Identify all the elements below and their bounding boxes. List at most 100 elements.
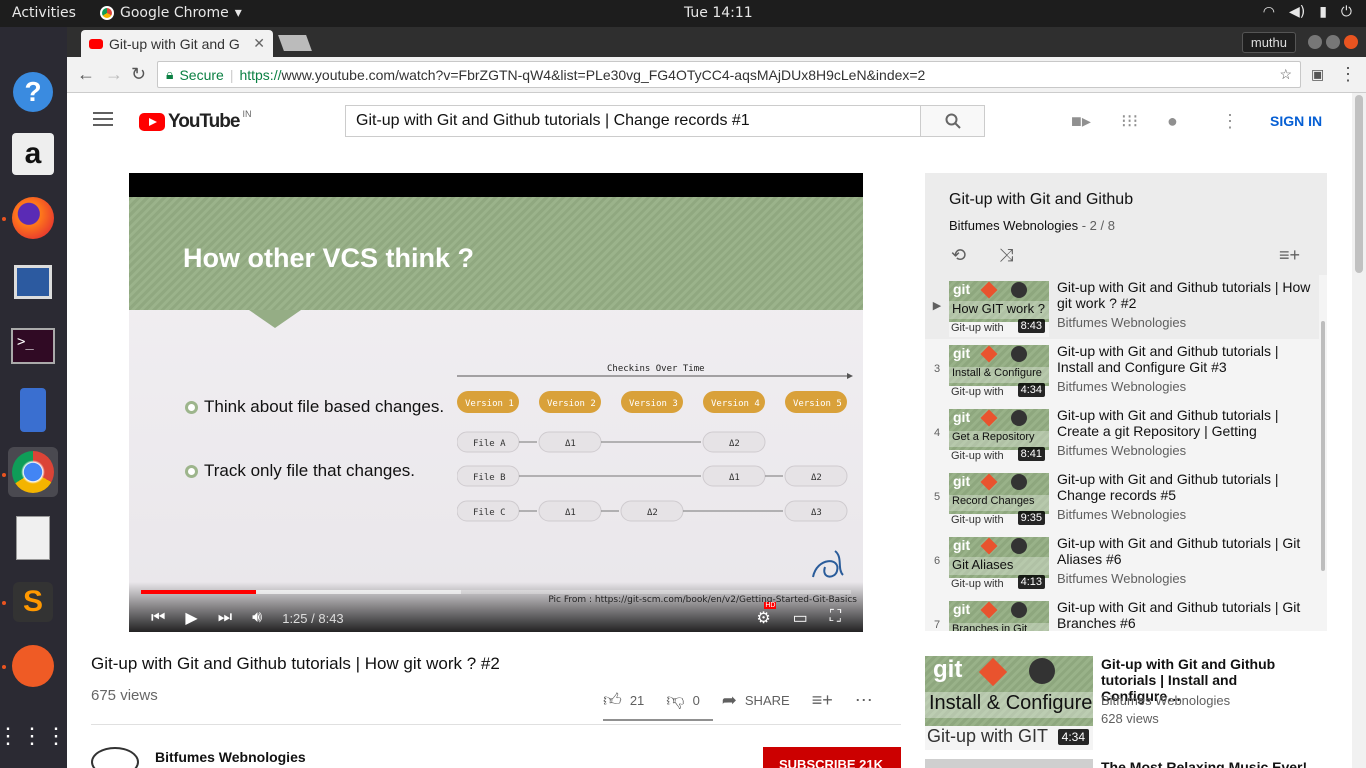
- youtube-logo[interactable]: YouTube IN: [139, 109, 252, 133]
- menu-dots-icon[interactable]: ⋮: [1339, 64, 1357, 85]
- share-button[interactable]: ➦ SHARE: [722, 690, 790, 711]
- country-code: IN: [242, 109, 252, 119]
- app-menu-label: Google Chrome: [120, 5, 229, 21]
- thumb-label: Get a Repository: [949, 431, 1049, 447]
- playlist-channel[interactable]: Bitfumes Webnologies: [949, 218, 1078, 233]
- player-controls: Pic From : https://git-scm.com/book/en/v…: [129, 582, 863, 632]
- version-label: Version 1: [465, 399, 514, 409]
- duration-badge: 4:34: [1017, 383, 1045, 397]
- guide-menu-icon[interactable]: [93, 112, 113, 130]
- play-icon[interactable]: ▶︎: [185, 608, 197, 628]
- close-icon[interactable]: ✕: [253, 35, 265, 52]
- like-button[interactable]: 👍︎ 21: [603, 689, 644, 711]
- playlist-item[interactable]: 5 git Record Changes Git-up with 9:35 Git-u…: [925, 467, 1319, 531]
- dislike-count: 0: [692, 692, 700, 708]
- dock-remote[interactable]: [8, 257, 58, 307]
- dock-terminal[interactable]: >_: [8, 321, 58, 371]
- amazon-icon: a: [12, 133, 54, 175]
- messages-icon[interactable]: ●: [1167, 111, 1178, 132]
- slide-notch: [249, 310, 301, 328]
- chevron-down-icon: ▾: [234, 5, 242, 21]
- address-bar[interactable]: 🔒︎ Secure | https://www.youtube.com/watc…: [157, 61, 1301, 88]
- theater-mode-icon[interactable]: ▭: [793, 608, 808, 628]
- dislike-button[interactable]: 👎︎ 0: [666, 689, 700, 711]
- forward-button[interactable]: →: [105, 64, 123, 85]
- playlist-title[interactable]: Git-up with Git and Github: [949, 191, 1133, 209]
- create-video-icon[interactable]: ■▸: [1071, 111, 1091, 132]
- previous-icon[interactable]: ⏮︎: [151, 609, 165, 627]
- close-window-button[interactable]: [1344, 35, 1358, 49]
- page-scrollbar[interactable]: [1352, 93, 1366, 768]
- dock-tool[interactable]: [8, 385, 58, 435]
- url-text: www.youtube.com/watch?v=FbrZGTN-qW4&list…: [281, 66, 926, 83]
- diagram-header: Checkins Over Time: [607, 364, 705, 374]
- version-row: Version 1 Version 2 Version 3 Version 4 …: [457, 391, 847, 413]
- dock-help[interactable]: ?: [8, 67, 58, 117]
- video-player[interactable]: How other VCS think ? Think about file b…: [129, 173, 863, 632]
- slide-bullet-1: Think about file based changes.: [185, 397, 444, 417]
- grid-icon: ⋮⋮⋮: [0, 723, 69, 748]
- related-video[interactable]: git Install & Configure Git-up with GIT …: [925, 656, 1327, 756]
- dock-sublime[interactable]: S: [8, 577, 58, 627]
- channel-name[interactable]: Bitfumes Webnologies: [155, 749, 306, 765]
- tab-strip: Git-up with Git and G ✕ muthu: [67, 27, 1366, 57]
- related-video[interactable]: The Most Relaxing Music Ever!: [925, 759, 1327, 768]
- delta-label: Δ3: [811, 508, 822, 518]
- share-icon: ➦: [721, 689, 737, 710]
- bullet-icon: [185, 464, 198, 478]
- playlist-scrollbar[interactable]: [1321, 321, 1325, 571]
- lock-icon: 🔒︎: [166, 66, 174, 82]
- reload-button[interactable]: ↻: [131, 64, 146, 85]
- star-icon[interactable]: ☆: [1279, 66, 1292, 83]
- system-tray[interactable]: ◠ ◀) ▮ ⏻: [1263, 4, 1352, 20]
- octocat-icon: [1011, 602, 1027, 618]
- playlist-add-icon[interactable]: ≡+: [1279, 245, 1300, 266]
- channel-avatar[interactable]: [91, 747, 139, 768]
- dock-amazon[interactable]: a: [8, 129, 58, 179]
- dock-chrome[interactable]: [8, 447, 58, 497]
- settings-gear-icon[interactable]: ⚙ HD: [756, 602, 777, 628]
- search-input[interactable]: Git-up with Git and Github tutorials | C…: [345, 105, 921, 137]
- shuffle-icon[interactable]: ⤨: [999, 245, 1013, 266]
- playlist-index: 6: [933, 555, 941, 567]
- playlist-item[interactable]: 6 git Git Aliases Git-up with 4:13 Git-up w…: [925, 531, 1319, 595]
- duration-badge: 4:34: [1057, 729, 1089, 745]
- settings-dots-icon[interactable]: ⋮: [1221, 111, 1239, 132]
- video-thumbnail: git Branches in Git: [949, 601, 1049, 631]
- dock-files[interactable]: [8, 513, 58, 563]
- tab-youtube[interactable]: Git-up with Git and G ✕: [81, 30, 273, 57]
- more-button[interactable]: ⋯: [855, 690, 873, 711]
- back-button[interactable]: ←: [77, 64, 95, 85]
- next-icon[interactable]: ⏭︎: [218, 609, 232, 627]
- playlist-index: 7: [933, 619, 941, 631]
- playlist-item[interactable]: 4 git Get a Repository Git-up with 8:41 Git…: [925, 403, 1319, 467]
- clock[interactable]: Tue 14:11: [684, 5, 753, 21]
- new-tab-button[interactable]: [278, 35, 312, 51]
- playlist-item[interactable]: 7 git Branches in Git Git-up with Git and…: [925, 595, 1319, 631]
- scrollbar-thumb[interactable]: [1355, 95, 1363, 273]
- bullet-icon: [185, 400, 198, 414]
- save-button[interactable]: ≡+: [812, 690, 833, 711]
- loop-icon[interactable]: ⟲: [951, 245, 966, 266]
- profile-button[interactable]: muthu: [1241, 32, 1296, 53]
- volume-icon[interactable]: 🔊︎: [252, 609, 262, 627]
- extension-icon[interactable]: ▣: [1311, 66, 1324, 83]
- search-button[interactable]: [920, 105, 985, 137]
- progress-bar[interactable]: [141, 590, 851, 594]
- playlist-item-channel: Bitfumes Webnologies: [1057, 571, 1187, 586]
- playlist-index: 4: [933, 427, 941, 439]
- hd-badge: HD: [764, 602, 777, 609]
- minimize-button[interactable]: [1308, 35, 1322, 49]
- sign-in-button[interactable]: SIGN IN: [1270, 113, 1322, 129]
- dock-firefox[interactable]: [8, 193, 58, 243]
- app-menu[interactable]: Google Chrome ▾: [100, 5, 242, 21]
- show-apps-button[interactable]: ⋮⋮⋮: [0, 711, 67, 761]
- subscribe-button[interactable]: SUBSCRIBE 21K: [763, 747, 901, 768]
- dock-postman[interactable]: [8, 641, 58, 691]
- playlist-item[interactable]: 3 git Install & Configure Git-up with 4:34 …: [925, 339, 1319, 403]
- playlist-item[interactable]: ▶ git How GIT work ? Git-up with 8:43 Git-u…: [925, 275, 1319, 339]
- maximize-button[interactable]: [1326, 35, 1340, 49]
- fullscreen-icon[interactable]: ⛶: [830, 608, 841, 628]
- apps-grid-icon[interactable]: ⁝⁝⁝: [1121, 111, 1138, 132]
- activities-button[interactable]: Activities: [12, 5, 76, 21]
